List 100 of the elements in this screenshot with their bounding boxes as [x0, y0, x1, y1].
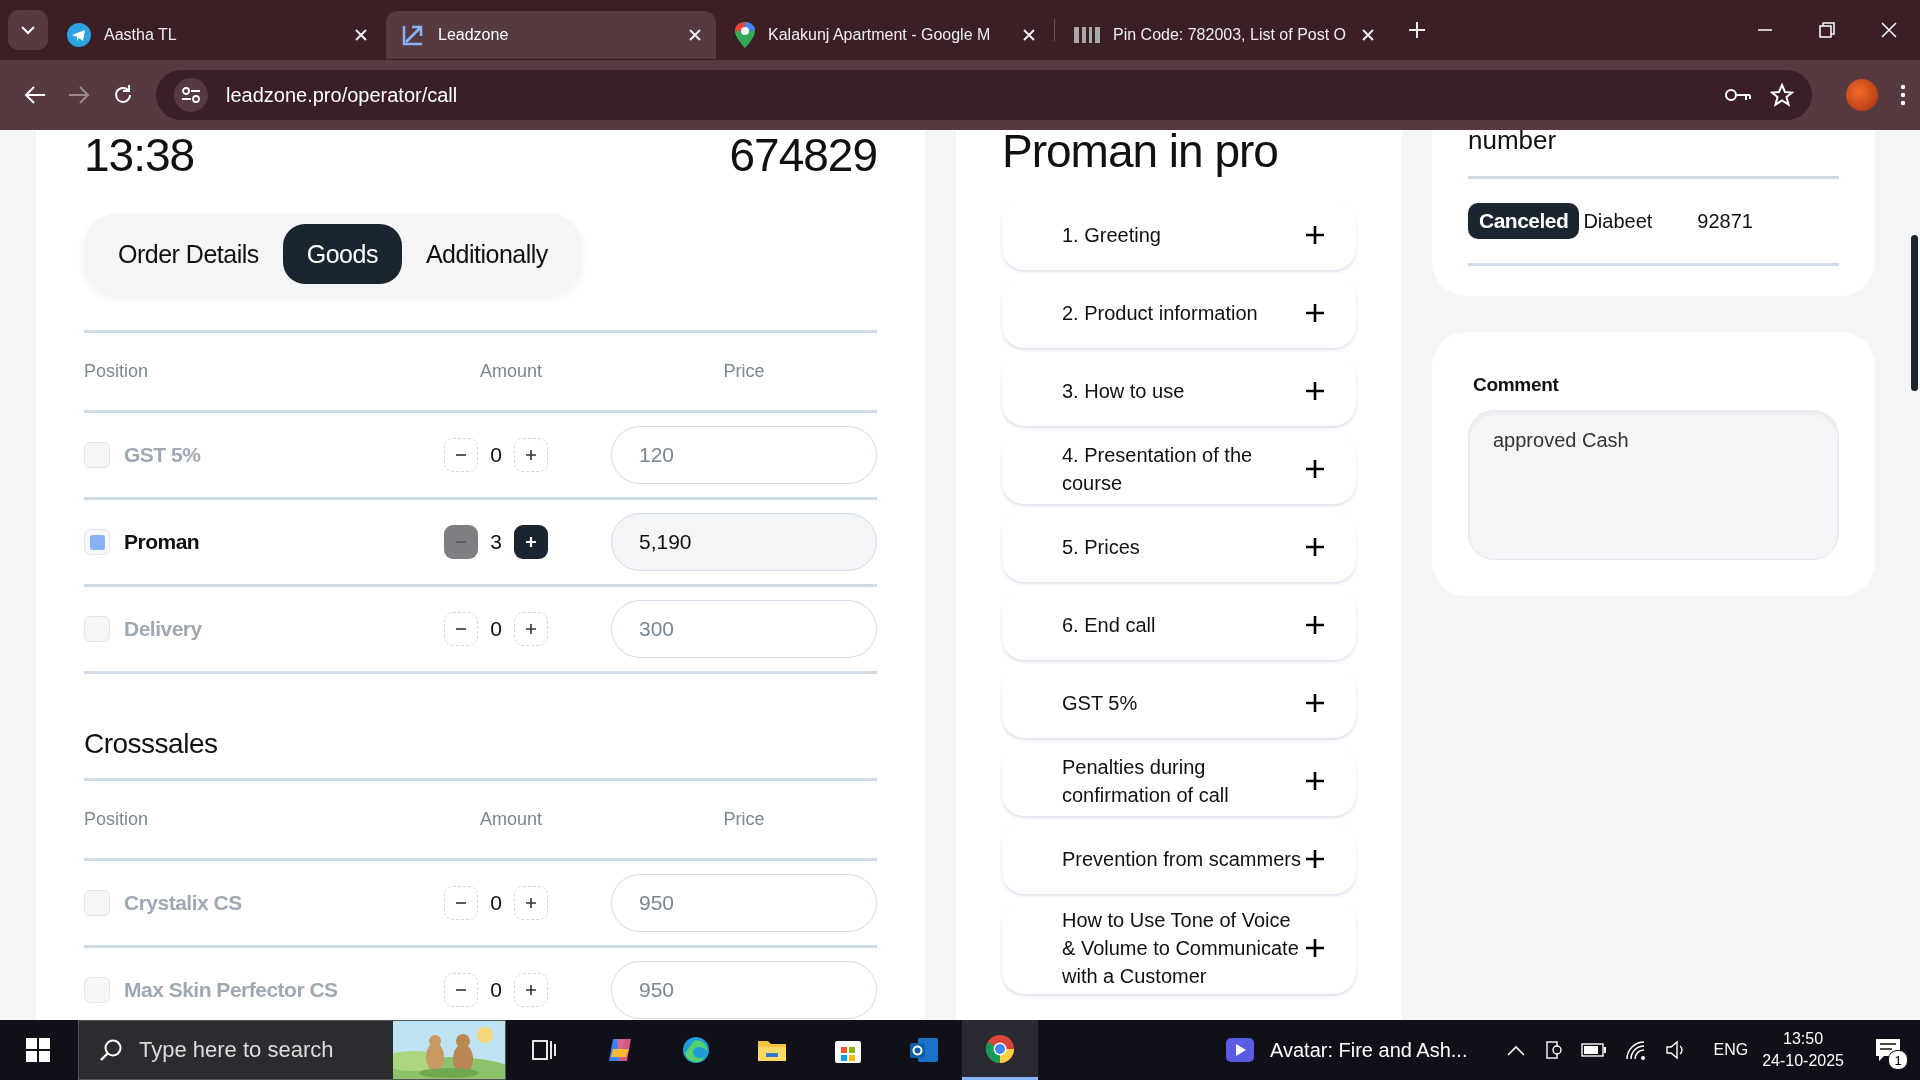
- paper-plane-icon: [66, 22, 92, 48]
- chevron-up-icon[interactable]: [1507, 1044, 1526, 1056]
- script-step[interactable]: 4. Presentation of the course: [1002, 434, 1356, 504]
- notification-button[interactable]: 1: [1868, 1030, 1908, 1070]
- plus-icon: [1304, 458, 1326, 480]
- new-tab-icon[interactable]: [1407, 20, 1427, 40]
- plus-icon: [1304, 770, 1326, 792]
- star-icon[interactable]: [1770, 83, 1794, 107]
- script-step[interactable]: 1. Greeting: [1002, 200, 1356, 270]
- product-name: Proman: [124, 530, 200, 554]
- wifi-icon[interactable]: [1625, 1040, 1648, 1060]
- product-name: GST 5%: [124, 443, 201, 467]
- plus-icon: [1304, 614, 1326, 636]
- amount-value: 0: [490, 617, 502, 641]
- close-icon[interactable]: [1361, 28, 1375, 42]
- checkbox[interactable]: [84, 977, 110, 1003]
- column-header: Position: [84, 809, 150, 830]
- mail-icon[interactable]: [908, 1036, 940, 1064]
- checkbox[interactable]: [84, 442, 110, 468]
- bars-icon: [1073, 25, 1101, 45]
- more-menu-icon[interactable]: [1900, 84, 1906, 106]
- close-icon[interactable]: [688, 28, 702, 42]
- chevron-down-icon: [20, 25, 36, 35]
- script-step[interactable]: 6. End call: [1002, 590, 1356, 660]
- checkbox[interactable]: [84, 616, 110, 642]
- script-title: Proman in pro: [1002, 130, 1279, 178]
- plus-icon: [523, 535, 538, 549]
- browser-tab[interactable]: Aastha TL: [52, 11, 382, 59]
- search-icon: [99, 1038, 123, 1062]
- browser-tab[interactable]: Kalakunj Apartment - Google M: [720, 11, 1050, 59]
- device-icon[interactable]: [1543, 1040, 1564, 1060]
- plus-icon: [1304, 692, 1326, 714]
- plus-icon: [1304, 848, 1326, 870]
- increase-button[interactable]: [513, 525, 548, 559]
- taskbar-app[interactable]: [962, 1020, 1038, 1080]
- close-icon[interactable]: [1022, 28, 1036, 42]
- forward-icon[interactable]: [68, 85, 90, 105]
- call-time: 13:38: [84, 130, 195, 182]
- plus-icon: [523, 448, 538, 462]
- close-icon[interactable]: [354, 28, 368, 42]
- checkbox[interactable]: [84, 529, 110, 555]
- tab-search-button[interactable]: [8, 10, 48, 50]
- script-step[interactable]: 5. Prices: [1002, 512, 1356, 582]
- chrome-browser-icon[interactable]: [985, 1033, 1015, 1064]
- taskbar-search-field[interactable]: Type here to search: [78, 1020, 506, 1080]
- media-widget[interactable]: Avatar: Fire and Ash...: [1225, 1038, 1468, 1062]
- battery-icon[interactable]: [1581, 1043, 1608, 1057]
- browser-tab[interactable]: Pin Code: 782003, List of Post O: [1059, 11, 1389, 59]
- comment-field[interactable]: approved Cash: [1468, 410, 1839, 560]
- decrease-button[interactable]: [444, 525, 479, 559]
- script-step[interactable]: How to Use Tone of Voice & Volume to Communicate with a Customer: [1002, 902, 1356, 994]
- plus-icon: [523, 622, 538, 636]
- reload-icon[interactable]: [112, 84, 134, 106]
- map-marker-icon: [734, 21, 756, 49]
- notification-count: 1: [1888, 1050, 1908, 1070]
- plus-icon: [1304, 302, 1326, 324]
- play-icon: [1225, 1038, 1254, 1062]
- script-step[interactable]: GST 5%: [1002, 668, 1356, 738]
- script-step[interactable]: 2. Product information: [1002, 278, 1356, 348]
- section-tab[interactable]: Order Details: [94, 224, 283, 284]
- card-heading: number: [1468, 130, 1558, 157]
- profile-avatar[interactable]: [1846, 79, 1878, 111]
- plus-icon: [523, 896, 538, 910]
- column-header: Amount: [478, 361, 543, 382]
- section-tab[interactable]: Goods: [282, 224, 402, 284]
- site-settings-icon[interactable]: [181, 86, 201, 104]
- plus-icon: [1304, 380, 1326, 402]
- price-field[interactable]: 5,190: [611, 513, 877, 571]
- section-title: Crosssales: [84, 728, 219, 760]
- browser-wave-icon[interactable]: [681, 1035, 711, 1065]
- column-header: Price: [722, 361, 766, 382]
- clock[interactable]: 13:50 24-10-2025: [1762, 1028, 1844, 1072]
- script-step[interactable]: Penalties during confirmation of call: [1002, 746, 1356, 816]
- product-name: Delivery: [124, 617, 202, 641]
- order-id: 92871: [1697, 209, 1753, 233]
- column-header: Position: [84, 361, 150, 382]
- restore-icon[interactable]: [1818, 21, 1836, 39]
- browser-tab[interactable]: Leadzone: [386, 11, 716, 59]
- column-header: Price: [722, 809, 766, 830]
- amount-value: 0: [490, 443, 502, 467]
- order-number: 674829: [729, 130, 877, 182]
- plus-icon: [1304, 937, 1326, 959]
- product-name: Diabeet: [1583, 209, 1653, 233]
- task-view-icon[interactable]: [531, 1038, 557, 1062]
- product-name: Crystalix CS: [124, 891, 242, 915]
- column-header: Amount: [478, 809, 543, 830]
- section-tab[interactable]: Additionally: [401, 224, 572, 284]
- plus-icon: [1304, 224, 1326, 246]
- checkbox[interactable]: [84, 890, 110, 916]
- language-indicator[interactable]: ENG: [1713, 1041, 1749, 1059]
- windows-logo-icon: [26, 1038, 50, 1062]
- back-icon[interactable]: [24, 85, 46, 105]
- product-name: Max Skin Perfector CS: [124, 978, 338, 1002]
- amount-value: 0: [490, 978, 502, 1002]
- amount-value: 3: [490, 530, 502, 554]
- key-icon[interactable]: [1724, 87, 1752, 103]
- script-step[interactable]: 3. How to use: [1002, 356, 1356, 426]
- scrollbar-thumb[interactable]: [1911, 235, 1918, 391]
- script-step[interactable]: Prevention from scammers: [1002, 824, 1356, 894]
- address-bar[interactable]: leadzone.pro/operator/call: [156, 70, 1812, 120]
